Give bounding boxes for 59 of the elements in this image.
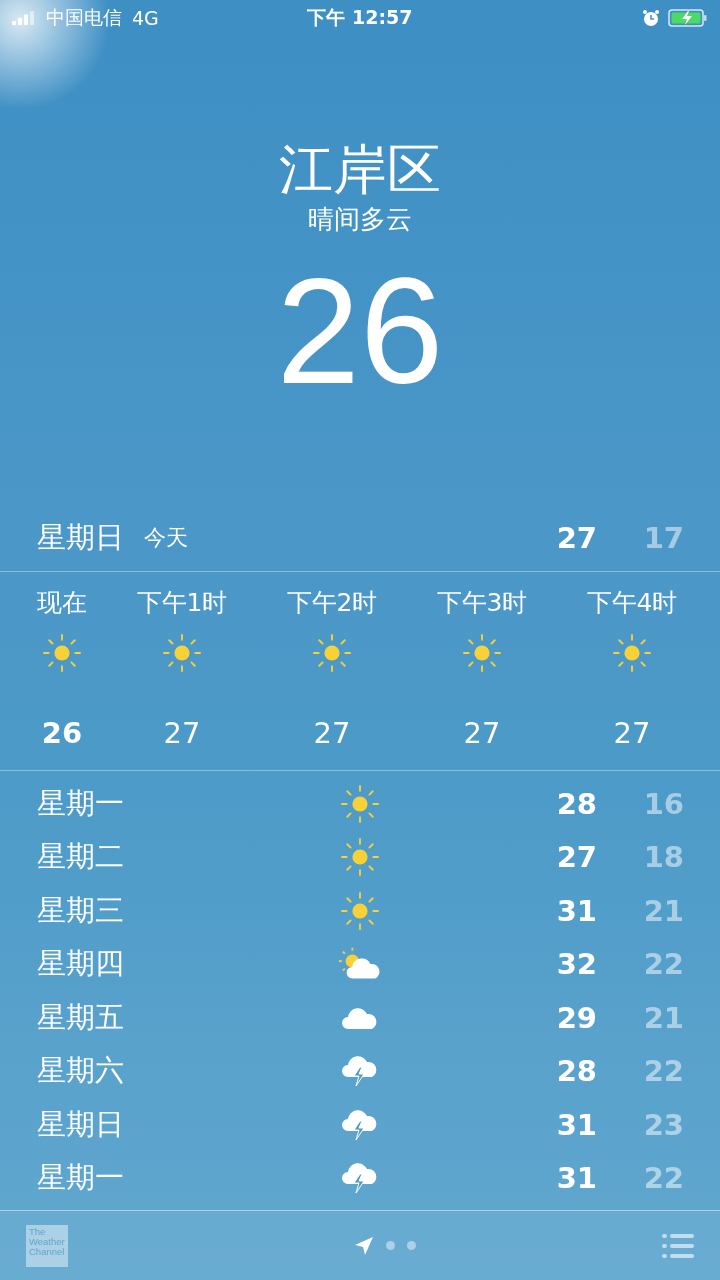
hour-label: 现在 (37, 588, 87, 618)
current-temperature: 26 (276, 246, 444, 416)
low-temperature: 21 (642, 893, 684, 928)
sun-icon (43, 634, 81, 672)
high-temperature: 31 (555, 1107, 597, 1142)
page-dot[interactable] (407, 1241, 416, 1250)
low-temperature: 21 (642, 1000, 684, 1035)
hour-temperature: 27 (163, 716, 201, 750)
sun-icon (463, 634, 501, 672)
network-type: 4G (132, 7, 159, 29)
weather-channel-logo[interactable]: The Weather Channel (26, 1224, 68, 1267)
signal-icon (12, 11, 36, 25)
day-name: 星期一 (37, 784, 125, 822)
high-temperature: 27 (555, 840, 597, 875)
hour-label: 下午3时 (436, 588, 528, 618)
high-temperature: 28 (555, 786, 597, 821)
sun-icon (341, 784, 379, 823)
low-temperature: 22 (642, 1161, 684, 1196)
day-name: 星期日 (37, 519, 124, 556)
low-temperature: 22 (642, 947, 684, 982)
alarm-icon (642, 9, 660, 27)
sun-icon (341, 891, 379, 930)
weather-condition: 晴间多云 (308, 203, 412, 236)
high-temperature: 28 (555, 1054, 597, 1089)
day-name: 星期一 (37, 1159, 125, 1197)
sun-icon (613, 634, 651, 672)
sun-icon (163, 634, 201, 672)
page-dot[interactable] (386, 1241, 395, 1250)
hour-label: 下午1时 (136, 588, 228, 618)
hour-label: 下午2时 (286, 588, 378, 618)
low-temperature: 18 (642, 840, 684, 875)
high-temperature: 31 (555, 1161, 597, 1196)
hour-temperature: 27 (463, 716, 501, 750)
city-name: 江岸区 (279, 138, 441, 202)
day-name: 星期四 (37, 945, 125, 983)
high-temperature: 32 (555, 947, 597, 982)
hour-temperature: 26 (41, 716, 83, 750)
day-name: 星期日 (37, 1105, 125, 1143)
low-temperature: 17 (642, 521, 684, 555)
hour-label: 下午4时 (586, 588, 678, 618)
high-temperature: 29 (555, 1000, 597, 1035)
high-temperature: 27 (555, 521, 597, 555)
location-arrow-icon[interactable] (354, 1235, 374, 1256)
day-name: 星期三 (37, 891, 125, 929)
day-name: 星期五 (37, 998, 125, 1036)
today-label: 今天 (144, 525, 188, 550)
low-temperature: 22 (642, 1054, 684, 1089)
carrier-name: 中国电信 (46, 5, 122, 30)
sun-icon (341, 838, 379, 877)
day-name: 星期六 (37, 1052, 125, 1090)
hour-temperature: 27 (313, 716, 351, 750)
high-temperature: 31 (555, 893, 597, 928)
hour-temperature: 27 (613, 716, 651, 750)
day-name: 星期二 (37, 838, 125, 876)
status-time: 下午 12:57 (307, 5, 413, 30)
low-temperature: 23 (642, 1107, 684, 1142)
low-temperature: 16 (642, 786, 684, 821)
list-icon[interactable] (662, 1233, 694, 1258)
sun-icon (313, 634, 351, 672)
